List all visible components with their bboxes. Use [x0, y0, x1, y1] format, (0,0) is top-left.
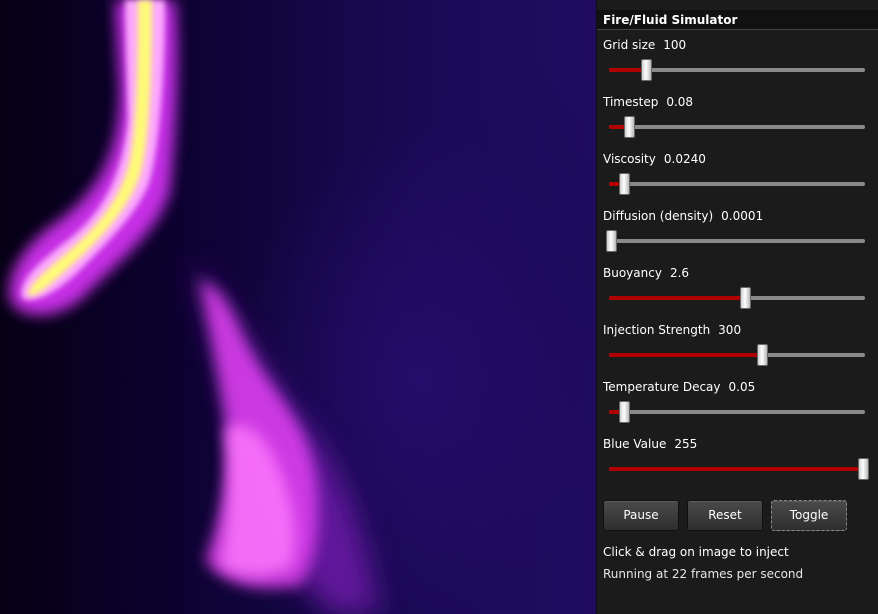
timestep-slider-thumb[interactable]	[624, 116, 635, 138]
timestep-slider[interactable]	[609, 116, 865, 138]
diffusion-label: Diffusion (density) 0.0001	[603, 209, 763, 223]
viscosity-slider-thumb[interactable]	[619, 173, 630, 195]
timestep-label: Timestep 0.08	[603, 95, 693, 109]
buoyancy-slider[interactable]	[609, 287, 865, 309]
control-panel: Fire/Fluid Simulator Grid size 100 Timeste…	[596, 0, 878, 614]
temperature-decay-slider[interactable]	[609, 401, 865, 423]
viscosity-label: Viscosity 0.0240	[603, 152, 706, 166]
injection-strength-control: Injection Strength 300	[603, 323, 871, 375]
viscosity-slider[interactable]	[609, 173, 865, 195]
temperature-decay-slider-thumb[interactable]	[619, 401, 630, 423]
panel-title: Fire/Fluid Simulator	[597, 10, 878, 30]
injection-strength-slider-fill	[609, 353, 763, 357]
buoyancy-value: 2.6	[669, 266, 690, 280]
simulation-canvas[interactable]	[0, 0, 596, 614]
viscosity-value: 0.0240	[663, 152, 706, 166]
viscosity-control: Viscosity 0.0240	[603, 152, 871, 204]
grid-size-slider[interactable]	[609, 59, 865, 81]
blue-value-slider-fill	[609, 467, 865, 471]
temperature-decay-control: Temperature Decay 0.05	[603, 380, 871, 432]
inject-hint: Click & drag on image to inject	[603, 545, 789, 559]
buoyancy-control: Buoyancy 2.6	[603, 266, 871, 318]
temperature-decay-value: 0.05	[728, 380, 756, 394]
buoyancy-label-text: Buoyancy	[603, 266, 662, 280]
diffusion-value: 0.0001	[721, 209, 764, 223]
pause-button[interactable]: Pause	[603, 500, 679, 531]
blue-value-label: Blue Value 255	[603, 437, 697, 451]
timestep-value: 0.08	[666, 95, 694, 109]
blue-value-slider-thumb[interactable]	[858, 458, 869, 480]
blue-value-slider[interactable]	[609, 458, 869, 480]
viscosity-label-text: Viscosity	[603, 152, 656, 166]
reset-button[interactable]: Reset	[687, 500, 763, 531]
grid-size-slider-fill	[609, 68, 645, 72]
toggle-button[interactable]: Toggle	[771, 500, 847, 531]
grid-size-slider-thumb[interactable]	[641, 59, 652, 81]
injection-strength-label: Injection Strength 300	[603, 323, 741, 337]
grid-size-control: Grid size 100	[603, 38, 871, 90]
blue-value-label-text: Blue Value	[603, 437, 667, 451]
diffusion-slider[interactable]	[606, 230, 865, 252]
temperature-decay-label: Temperature Decay 0.05	[603, 380, 755, 394]
blue-value-value: 255	[674, 437, 698, 451]
temperature-decay-label-text: Temperature Decay	[603, 380, 721, 394]
diffusion-control: Diffusion (density) 0.0001	[603, 209, 871, 261]
diffusion-label-text: Diffusion (density)	[603, 209, 714, 223]
injection-strength-value: 300	[718, 323, 742, 337]
flame-render	[9, 0, 380, 614]
diffusion-slider-thumb[interactable]	[606, 230, 617, 252]
buoyancy-slider-fill	[609, 296, 745, 300]
timestep-label-text: Timestep	[603, 95, 659, 109]
injection-strength-slider[interactable]	[609, 344, 865, 366]
injection-strength-slider-thumb[interactable]	[757, 344, 768, 366]
timestep-control: Timestep 0.08	[603, 95, 871, 147]
injection-strength-label-text: Injection Strength	[603, 323, 711, 337]
grid-size-label: Grid size 100	[603, 38, 686, 52]
blue-value-control: Blue Value 255	[603, 437, 871, 489]
buoyancy-label: Buoyancy 2.6	[603, 266, 689, 280]
buoyancy-slider-thumb[interactable]	[740, 287, 751, 309]
grid-size-label-text: Grid size	[603, 38, 656, 52]
fps-status: Running at 22 frames per second	[603, 567, 804, 581]
grid-size-value: 100	[663, 38, 687, 52]
